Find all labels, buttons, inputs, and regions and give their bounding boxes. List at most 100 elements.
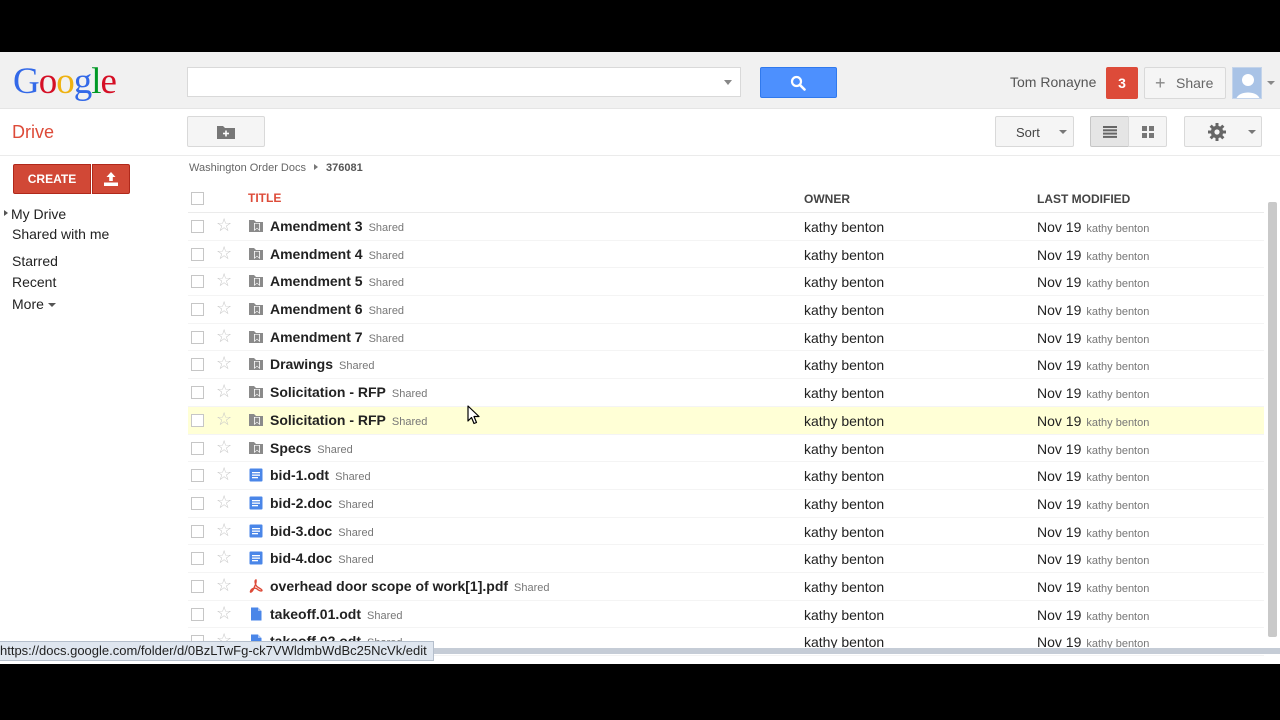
sidebar-item-starred[interactable]: Starred — [12, 253, 58, 269]
gear-icon — [1208, 123, 1226, 141]
column-header-owner[interactable]: OWNER — [804, 192, 850, 206]
file-name[interactable]: bid-4.doc Shared — [270, 550, 374, 566]
share-button[interactable]: + Share — [1144, 67, 1226, 99]
file-name[interactable]: Amendment 7 Shared — [270, 329, 404, 345]
file-name[interactable]: takeoff.01.odt Shared — [270, 606, 403, 622]
new-folder-button[interactable] — [187, 116, 265, 147]
row-checkbox[interactable] — [191, 275, 204, 289]
table-row[interactable]: ☆ Amendment 3 Shared kathy benton Nov 19 kath… — [188, 213, 1264, 241]
row-checkbox[interactable] — [191, 358, 204, 372]
file-name[interactable]: overhead door scope of work[1].pdf Shared — [270, 578, 550, 594]
shared-label: Shared — [317, 443, 353, 456]
settings-button[interactable] — [1184, 116, 1262, 147]
row-checkbox[interactable] — [191, 579, 204, 593]
google-logo[interactable]: Google — [13, 60, 117, 104]
expand-arrow-icon[interactable] — [4, 210, 8, 216]
search-input[interactable] — [192, 69, 716, 97]
create-button[interactable]: CREATE — [13, 164, 91, 194]
column-header-title[interactable]: TITLE — [248, 191, 281, 205]
list-view-button[interactable] — [1090, 116, 1129, 147]
file-name[interactable]: bid-1.odt Shared — [270, 467, 371, 483]
doc-icon — [249, 551, 263, 565]
row-checkbox[interactable] — [191, 413, 204, 427]
file-name[interactable]: Drawings Shared — [270, 356, 375, 372]
table-row[interactable]: ☆ Solicitation - RFP Shared kathy benton Nov… — [188, 379, 1264, 407]
sidebar-item-shared-with-me[interactable]: Shared with me — [12, 226, 109, 242]
star-icon[interactable]: ☆ — [216, 299, 232, 317]
table-row[interactable]: ☆ Solicitation - RFP Shared kathy benton Nov… — [188, 406, 1264, 435]
row-checkbox[interactable] — [191, 303, 204, 317]
table-row[interactable]: ☆ overhead door scope of work[1].pdf Share… — [188, 573, 1264, 601]
search-icon — [790, 75, 806, 91]
row-checkbox[interactable] — [191, 330, 204, 344]
sidebar-item-recent[interactable]: Recent — [12, 274, 56, 290]
star-icon[interactable]: ☆ — [216, 465, 232, 483]
table-row[interactable]: ☆ Specs Shared kathy benton Nov 19 kathy bent… — [188, 435, 1264, 463]
breadcrumb-parent[interactable]: Washington Order Docs — [189, 162, 306, 174]
column-header-last-modified[interactable]: LAST MODIFIED — [1037, 192, 1130, 206]
file-name[interactable]: Amendment 4 Shared — [270, 246, 404, 262]
select-all-checkbox[interactable] — [191, 192, 204, 205]
star-icon[interactable]: ☆ — [216, 354, 232, 372]
user-name[interactable]: Tom Ronayne — [1010, 74, 1096, 90]
table-row[interactable]: ☆ bid-4.doc Shared kathy benton Nov 19 kathy … — [188, 545, 1264, 573]
row-checkbox[interactable] — [191, 552, 204, 566]
star-icon[interactable]: ☆ — [216, 438, 232, 456]
star-icon[interactable]: ☆ — [216, 327, 232, 345]
row-checkbox[interactable] — [191, 441, 204, 455]
star-icon[interactable]: ☆ — [216, 548, 232, 566]
row-checkbox[interactable] — [191, 496, 204, 510]
star-icon[interactable]: ☆ — [216, 216, 232, 234]
table-row[interactable]: ☆ Amendment 7 Shared kathy benton Nov 19 kath… — [188, 324, 1264, 352]
notification-count-badge[interactable]: 3 — [1106, 67, 1138, 99]
shared-label: Shared — [339, 360, 375, 373]
scrollbar[interactable] — [1268, 202, 1277, 637]
table-row[interactable]: ☆ Amendment 5 Shared kathy benton Nov 19 kath… — [188, 268, 1264, 297]
star-icon[interactable]: ☆ — [216, 493, 232, 511]
file-name-text: Amendment 4 — [270, 245, 363, 262]
row-checkbox[interactable] — [191, 607, 204, 621]
row-checkbox[interactable] — [191, 247, 204, 261]
upload-button[interactable] — [92, 164, 130, 194]
file-name[interactable]: Amendment 6 Shared — [270, 301, 404, 317]
star-icon[interactable]: ☆ — [216, 604, 232, 622]
row-checkbox[interactable] — [191, 220, 204, 233]
search-box[interactable] — [187, 67, 741, 97]
search-options-chevron-icon[interactable] — [724, 80, 732, 85]
account-chevron-down-icon[interactable] — [1267, 81, 1275, 85]
row-checkbox[interactable] — [191, 469, 204, 483]
modified-by: kathy benton — [1086, 472, 1150, 485]
table-row[interactable]: ☆ bid-2.doc Shared kathy benton Nov 19 kathy … — [188, 490, 1264, 518]
file-name[interactable]: Specs Shared — [270, 440, 353, 456]
sort-button[interactable]: Sort — [995, 116, 1074, 147]
table-row[interactable]: ☆ bid-1.odt Shared kathy benton Nov 19 kathy … — [188, 462, 1264, 490]
star-icon[interactable]: ☆ — [216, 521, 232, 539]
star-icon[interactable]: ☆ — [216, 244, 232, 262]
star-icon[interactable]: ☆ — [216, 382, 232, 400]
file-name[interactable]: bid-3.doc Shared — [270, 523, 374, 539]
breadcrumb: Washington Order Docs 376081 — [189, 162, 363, 174]
grid-view-button[interactable] — [1128, 116, 1167, 147]
row-checkbox[interactable] — [191, 524, 204, 538]
shared-label: Shared — [368, 222, 405, 234]
file-name[interactable]: Solicitation - RFP Shared — [270, 384, 427, 400]
sidebar-item-more[interactable]: More — [12, 296, 56, 312]
star-icon[interactable]: ☆ — [216, 271, 232, 289]
table-row[interactable]: ☆ Drawings Shared kathy benton Nov 19 kathy b… — [188, 351, 1264, 380]
app-title[interactable]: Drive — [12, 122, 54, 143]
table-row[interactable]: ☆ Amendment 6 Shared kathy benton Nov 19 kath… — [188, 296, 1264, 324]
modified-date: Nov 19 — [1037, 551, 1082, 568]
logo-letter: l — [91, 61, 101, 102]
row-checkbox[interactable] — [191, 386, 204, 400]
table-row[interactable]: ☆ bid-3.doc Shared kathy benton Nov 19 kathy … — [188, 518, 1264, 546]
star-icon[interactable]: ☆ — [216, 576, 232, 594]
table-row[interactable]: ☆ Amendment 4 Shared kathy benton Nov 19 kath… — [188, 241, 1264, 269]
star-icon[interactable]: ☆ — [216, 410, 232, 428]
search-button[interactable] — [760, 67, 837, 98]
file-name[interactable]: bid-2.doc Shared — [270, 495, 374, 511]
avatar[interactable] — [1232, 67, 1262, 99]
file-name[interactable]: Amendment 3 Shared — [270, 218, 404, 234]
table-row[interactable]: ☆ takeoff.01.odt Shared kathy benton Nov 19 k… — [188, 601, 1264, 629]
file-name[interactable]: Solicitation - RFP Shared — [270, 412, 427, 428]
file-name[interactable]: Amendment 5 Shared — [270, 273, 404, 289]
